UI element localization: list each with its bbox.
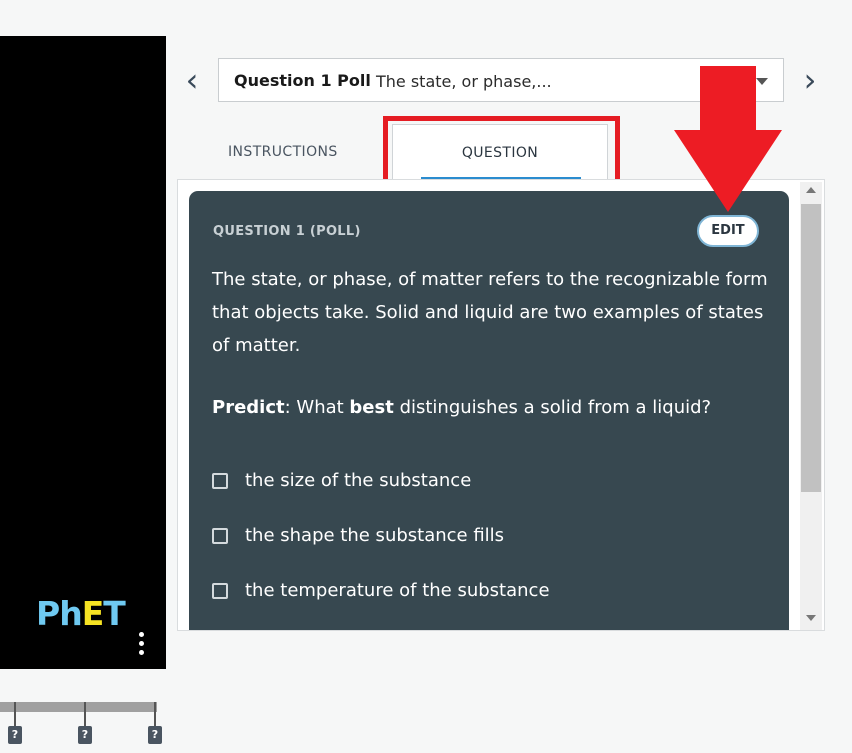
predict-post: distinguishes a solid from a liquid?: [393, 397, 712, 418]
timeline-bar: [0, 702, 157, 712]
scrollbar-thumb[interactable]: [801, 204, 821, 492]
phet-logo: PhET: [36, 594, 126, 633]
answer-option-label: the shape the substance fills: [245, 525, 505, 546]
checkbox[interactable]: [212, 528, 228, 544]
phet-logo-t: T: [103, 594, 125, 633]
phet-logo-h: h: [59, 594, 82, 633]
annotation-arrow-icon: [674, 66, 782, 212]
phet-logo-e: E: [81, 594, 105, 633]
scrollbar[interactable]: [800, 182, 822, 630]
question-panel: QUESTION 1 (POLL) EDIT The state, or pha…: [177, 179, 825, 631]
phet-logo-p: P: [36, 594, 60, 633]
chevron-right-icon[interactable]: ›: [798, 62, 822, 98]
predict-label: Predict: [212, 397, 285, 418]
question-select-text: The state, or phase,...: [376, 72, 552, 91]
answer-option-label: the temperature of the substance: [245, 580, 550, 601]
help-marker[interactable]: ?: [78, 726, 92, 744]
answer-option-label: the size of the substance: [245, 470, 472, 491]
simulation-pane[interactable]: [0, 36, 166, 669]
predict-bold: best: [349, 397, 394, 418]
question-card: QUESTION 1 (POLL) EDIT The state, or pha…: [189, 191, 789, 630]
question-body: The state, or phase, of matter refers to…: [212, 269, 768, 356]
more-options-icon[interactable]: [139, 632, 149, 659]
question-label: QUESTION 1 (POLL): [213, 224, 361, 239]
chevron-left-icon[interactable]: ‹: [180, 62, 204, 98]
help-marker[interactable]: ?: [148, 726, 162, 744]
help-marker[interactable]: ?: [8, 726, 22, 744]
checkbox[interactable]: [212, 473, 228, 489]
scroll-down-icon[interactable]: [806, 615, 816, 621]
checkbox[interactable]: [212, 583, 228, 599]
scroll-up-icon[interactable]: [806, 187, 816, 193]
question-select-title: Question 1 Poll: [234, 71, 371, 90]
question-prompt: Predict: What best distinguishes a solid…: [212, 391, 782, 424]
tab-instructions-label: INSTRUCTIONS: [228, 144, 338, 160]
edit-button[interactable]: EDIT: [697, 215, 759, 247]
predict-pre: : What: [284, 397, 350, 418]
tab-question-label: QUESTION: [461, 145, 539, 161]
